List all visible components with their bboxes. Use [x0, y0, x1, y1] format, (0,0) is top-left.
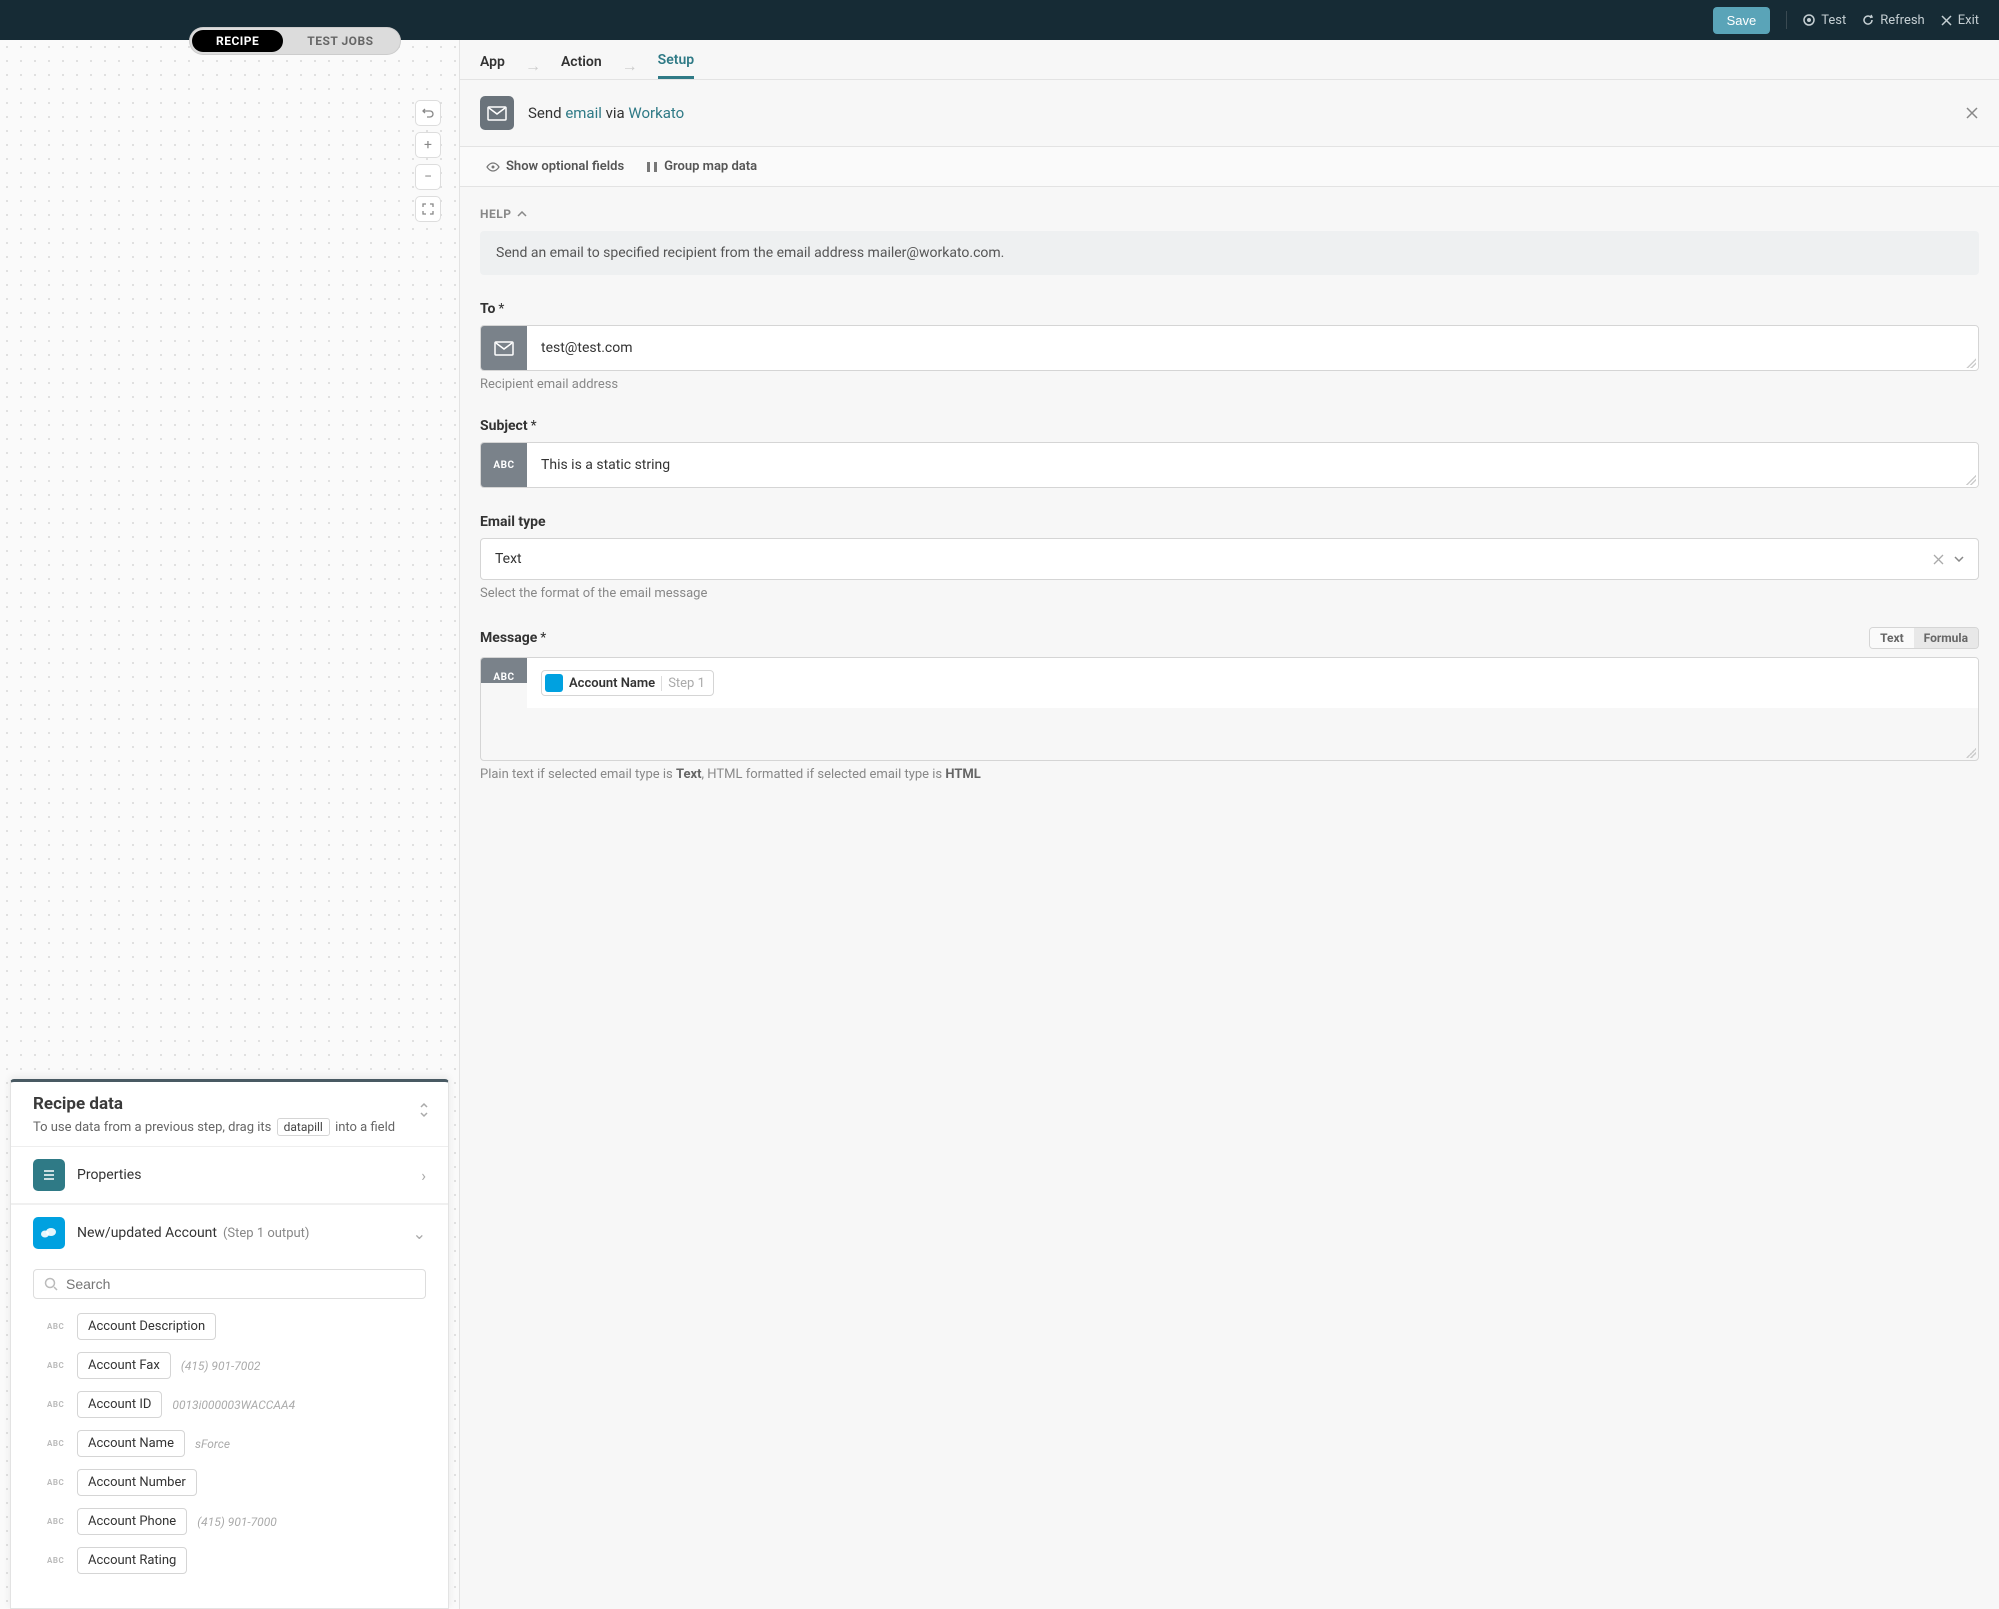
- resize-handle[interactable]: [1966, 475, 1976, 485]
- datapill-row: ABC Account Number: [11, 1463, 448, 1502]
- group-map-data[interactable]: Group map data: [646, 159, 757, 174]
- subject-input[interactable]: ABC This is a static string: [480, 442, 1979, 488]
- field-label: Email type: [480, 514, 1979, 530]
- datapill[interactable]: Account Name: [77, 1430, 185, 1457]
- canvas-controls: + −: [415, 100, 441, 222]
- zoom-in-button[interactable]: +: [415, 132, 441, 158]
- field-label: Message* Text Formula: [480, 627, 1979, 649]
- text-type-icon: ABC: [481, 658, 527, 683]
- datapill[interactable]: Account ID: [77, 1391, 162, 1418]
- crumb-app[interactable]: App: [480, 54, 505, 78]
- field-label: Subject*: [480, 418, 1979, 434]
- arrow-icon: →: [525, 56, 541, 76]
- field-subject: Subject* ABC This is a static string: [480, 418, 1979, 488]
- chevron-right-icon: ›: [421, 1166, 426, 1185]
- columns-icon: [646, 161, 658, 173]
- undo-button[interactable]: [415, 100, 441, 126]
- tab-recipe[interactable]: RECIPE: [192, 30, 283, 52]
- eye-icon: [486, 162, 500, 172]
- search-input[interactable]: [66, 1276, 415, 1292]
- chevron-down-icon: ⌄: [413, 1224, 426, 1243]
- resize-handle[interactable]: [1966, 358, 1976, 368]
- datapill-row: ABC Account Phone (415) 901-7000: [11, 1502, 448, 1541]
- help-section: HELP Send an email to specified recipien…: [480, 207, 1979, 275]
- datapill-chip[interactable]: Account Name Step 1: [541, 670, 714, 696]
- datapill-row: ABC Account ID 0013i000003WACCAA4: [11, 1385, 448, 1424]
- message-input[interactable]: ABC Account Name Step 1: [480, 657, 1979, 761]
- refresh-icon: [1862, 14, 1874, 26]
- recipe-data-title: Recipe data: [33, 1094, 426, 1114]
- close-icon: [1941, 15, 1952, 26]
- show-optional-fields[interactable]: Show optional fields: [486, 159, 624, 174]
- exit-button[interactable]: Exit: [1941, 13, 1979, 28]
- field-hint: Select the format of the email message: [480, 586, 1979, 601]
- zoom-out-button[interactable]: −: [415, 164, 441, 190]
- recipe-data-body: Properties › New/updated Account (Step 1…: [11, 1147, 448, 1608]
- help-toggle[interactable]: HELP: [480, 207, 1979, 221]
- target-icon: [1803, 14, 1815, 26]
- toggle-formula[interactable]: Formula: [1914, 628, 1978, 648]
- fit-button[interactable]: [415, 196, 441, 222]
- field-message: Message* Text Formula ABC Account Name S…: [480, 627, 1979, 782]
- field-email-type: Email type Text Select the format of the…: [480, 514, 1979, 601]
- email-type-select[interactable]: Text: [480, 538, 1979, 580]
- separator: [1786, 11, 1787, 29]
- config-breadcrumbs: App → Action → Setup: [460, 40, 1999, 79]
- tab-test-jobs[interactable]: TEST JOBS: [283, 30, 397, 52]
- test-button[interactable]: Test: [1803, 13, 1846, 28]
- to-input[interactable]: test@test.com: [480, 325, 1979, 371]
- recipe-data-header: Recipe data To use data from a previous …: [11, 1082, 448, 1147]
- chevron-up-icon: [517, 211, 527, 217]
- datapill[interactable]: Account Rating: [77, 1547, 187, 1574]
- action-title: Send email via Workato: [528, 104, 684, 122]
- datapill[interactable]: Account Description: [77, 1313, 216, 1340]
- dropdown-icon[interactable]: [1954, 556, 1964, 562]
- resize-handle[interactable]: [1966, 748, 1976, 758]
- canvas-pane: + − Recipe data To use data from a previ…: [0, 40, 460, 1609]
- text-formula-toggle: Text Formula: [1869, 627, 1979, 649]
- envelope-icon: [481, 326, 527, 370]
- salesforce-icon: [33, 1217, 65, 1249]
- toggle-text[interactable]: Text: [1870, 628, 1914, 648]
- action-header: Send email via Workato: [460, 80, 1999, 147]
- email-icon: [480, 96, 514, 130]
- datapill-row: ABC Account Name sForce: [11, 1424, 448, 1463]
- field-to: To* test@test.com Recipient email addres…: [480, 301, 1979, 392]
- datapill[interactable]: Account Phone: [77, 1508, 187, 1535]
- recipe-data-panel: Recipe data To use data from a previous …: [10, 1079, 449, 1609]
- crumb-action[interactable]: Action: [561, 54, 602, 78]
- datapill-row: ABC Account Fax (415) 901-7002: [11, 1346, 448, 1385]
- save-button[interactable]: Save: [1713, 7, 1771, 34]
- field-label: To*: [480, 301, 1979, 317]
- datapill-row: ABC Account Description: [11, 1307, 448, 1346]
- datapill-badge: datapill: [277, 1118, 330, 1136]
- crumb-setup[interactable]: Setup: [658, 52, 694, 79]
- recipe-data-subtitle: To use data from a previous step, drag i…: [33, 1118, 426, 1136]
- properties-icon: [33, 1159, 65, 1191]
- datapill[interactable]: Account Number: [77, 1469, 197, 1496]
- step-output-item[interactable]: New/updated Account (Step 1 output) ⌄: [11, 1204, 448, 1261]
- properties-item[interactable]: Properties ›: [11, 1147, 448, 1204]
- datapill-row: ABC Account Rating: [11, 1541, 448, 1580]
- arrow-icon: →: [622, 56, 638, 76]
- expand-collapse-icon[interactable]: [418, 1102, 430, 1118]
- options-bar: Show optional fields Group map data: [460, 147, 1999, 187]
- text-type-icon: ABC: [481, 443, 527, 487]
- salesforce-icon: [545, 674, 563, 692]
- refresh-button[interactable]: Refresh: [1862, 13, 1924, 28]
- view-tabs: RECIPE TEST JOBS: [190, 28, 400, 54]
- datapill[interactable]: Account Fax: [77, 1352, 171, 1379]
- form-area: HELP Send an email to specified recipien…: [460, 187, 1999, 802]
- config-pane: App → Action → Setup Send email via Work…: [460, 40, 1999, 1609]
- clear-icon[interactable]: [1933, 554, 1944, 565]
- help-text: Send an email to specified recipient fro…: [480, 231, 1979, 275]
- search-box[interactable]: [33, 1269, 426, 1299]
- field-hint: Recipient email address: [480, 377, 1979, 392]
- field-hint: Plain text if selected email type is Tex…: [480, 767, 1979, 782]
- close-panel-button[interactable]: [1965, 106, 1979, 120]
- search-icon: [44, 1277, 58, 1291]
